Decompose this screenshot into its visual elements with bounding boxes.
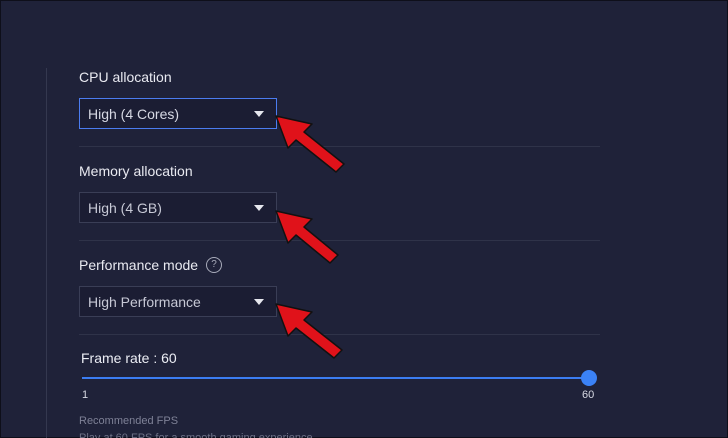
- performance-mode-section: Performance mode ?: [79, 256, 223, 274]
- memory-allocation-value: High (4 GB): [88, 199, 162, 216]
- cpu-allocation-select[interactable]: High (4 Cores): [79, 98, 277, 129]
- cpu-allocation-value: High (4 Cores): [88, 105, 180, 122]
- chevron-down-icon: [254, 299, 264, 305]
- recommended-fps-text: Play at 60 FPS for a smooth gaming exper…: [79, 432, 313, 438]
- memory-allocation-select[interactable]: High (4 GB): [79, 192, 277, 223]
- annotation-arrow-icon: [275, 210, 339, 264]
- performance-mode-value: High Performance: [88, 293, 201, 310]
- performance-mode-label: Performance mode: [79, 257, 199, 273]
- cpu-allocation-section: CPU allocation: [79, 68, 172, 86]
- frame-rate-slider-track[interactable]: [82, 377, 589, 379]
- panel-left-border: [46, 68, 47, 438]
- memory-allocation-section: Memory allocation: [79, 162, 193, 180]
- memory-allocation-label: Memory allocation: [79, 163, 193, 179]
- frame-rate-max: 60: [582, 389, 595, 401]
- frame-rate-min: 1: [82, 389, 89, 401]
- annotation-arrow-icon: [275, 115, 345, 173]
- help-icon[interactable]: ?: [206, 257, 223, 273]
- recommended-fps-title: Recommended FPS: [79, 415, 179, 427]
- chevron-down-icon: [254, 205, 264, 211]
- frame-rate-slider-thumb[interactable]: [581, 370, 597, 386]
- annotation-arrow-icon: [275, 303, 343, 359]
- chevron-down-icon: [254, 111, 264, 117]
- frame-rate-label: Frame rate : 60: [81, 350, 177, 366]
- cpu-allocation-label: CPU allocation: [79, 69, 172, 85]
- performance-mode-select[interactable]: High Performance: [79, 286, 277, 317]
